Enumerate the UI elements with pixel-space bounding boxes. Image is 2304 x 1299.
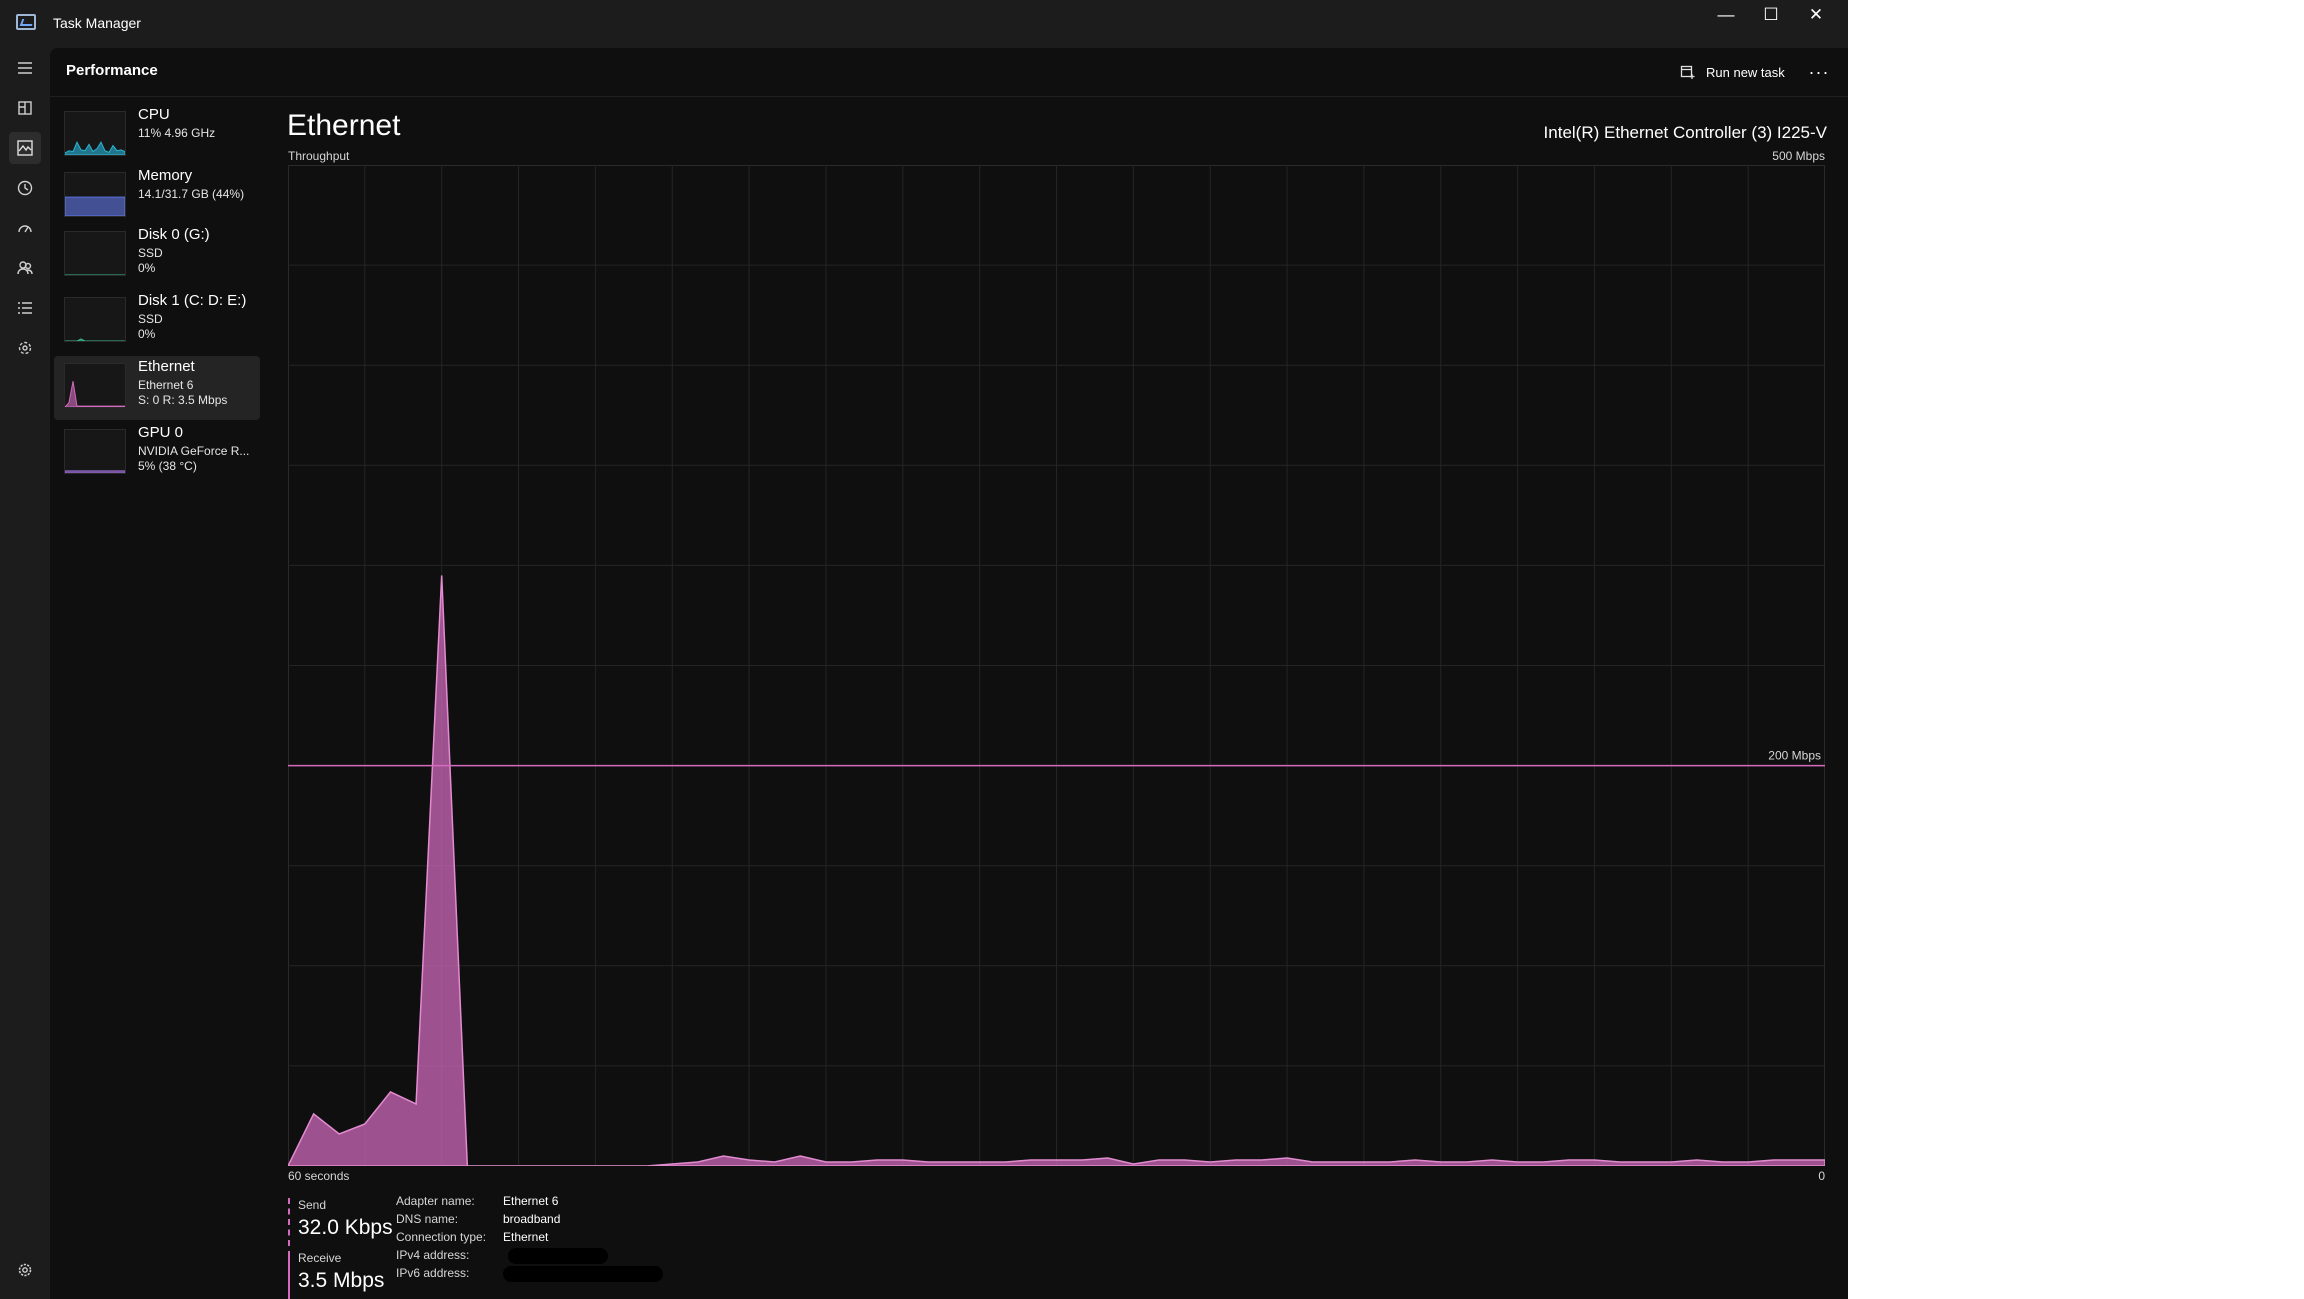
device-name: Intel(R) Ethernet Controller (3) I225-V bbox=[1543, 123, 1827, 142]
run-new-task-label: Run new task bbox=[1706, 64, 1785, 80]
thumbnail-graph bbox=[65, 381, 125, 407]
nav-processes[interactable] bbox=[9, 92, 41, 124]
run-new-task-icon bbox=[1680, 65, 1695, 79]
resource-thumbnail bbox=[64, 297, 126, 342]
resource-detail-1: Ethernet 6 bbox=[138, 378, 194, 392]
hamburger-menu-icon bbox=[18, 62, 32, 74]
ipv6-address-key: IPv6 address: bbox=[396, 1266, 470, 1280]
resource-item-0[interactable]: CPU 11% 4.96 GHz bbox=[54, 104, 260, 168]
services-icon bbox=[18, 341, 32, 355]
thumbnail-graph bbox=[65, 470, 125, 473]
users-icon bbox=[17, 261, 33, 275]
resource-item-4[interactable]: Ethernet Ethernet 6 S: 0 R: 3.5 Mbps bbox=[54, 356, 260, 420]
chart-max-label: 500 Mbps bbox=[1772, 149, 1825, 163]
nav-settings[interactable] bbox=[9, 1254, 41, 1286]
resource-detail-2: 5% (38 °C) bbox=[138, 459, 197, 473]
resource-thumbnail bbox=[64, 363, 126, 408]
adapter-name-key: Adapter name: bbox=[396, 1194, 475, 1208]
thumbnail-graph bbox=[65, 140, 125, 155]
nav-details[interactable] bbox=[9, 292, 41, 324]
ipv4-redaction bbox=[508, 1248, 608, 1264]
resource-thumbnail bbox=[64, 231, 126, 276]
task-manager-app-icon bbox=[16, 14, 36, 30]
send-stat: Send 32.0 Kbps bbox=[288, 1198, 408, 1246]
reference-line-label: 200 Mbps bbox=[1768, 749, 1821, 763]
close-button[interactable]: ✕ bbox=[1793, 0, 1839, 30]
connection-type-key: Connection type: bbox=[396, 1230, 487, 1244]
nav-users[interactable] bbox=[9, 252, 41, 284]
resource-detail-2: S: 0 R: 3.5 Mbps bbox=[138, 393, 228, 407]
thumbnail-graph bbox=[65, 338, 125, 341]
resource-detail-1: 14.1/31.7 GB (44%) bbox=[138, 187, 245, 201]
resource-detail-1: SSD bbox=[138, 246, 163, 260]
navigation-rail bbox=[0, 48, 50, 1299]
chart-label: Throughput bbox=[288, 149, 350, 163]
receive-stat: Receive 3.5 Mbps bbox=[288, 1251, 408, 1299]
nav-app-history[interactable] bbox=[9, 172, 41, 204]
details-icon bbox=[18, 302, 32, 314]
network-stats: Send 32.0 Kbps Receive 3.5 Mbps Adapter … bbox=[288, 1186, 988, 1299]
nav-startup-apps[interactable] bbox=[9, 212, 41, 244]
resource-title: Ethernet bbox=[287, 109, 401, 142]
performance-icon bbox=[17, 140, 33, 156]
resource-item-3[interactable]: Disk 1 (C: D: E:) SSD 0% bbox=[54, 290, 260, 354]
page-header: Performance Run new task ··· bbox=[50, 48, 1848, 97]
ipv4-address-key: IPv4 address: bbox=[396, 1248, 470, 1262]
more-options-button[interactable]: ··· bbox=[1805, 58, 1833, 86]
run-new-task-button[interactable]: Run new task bbox=[1680, 58, 1785, 86]
app-history-icon bbox=[17, 180, 33, 196]
resource-detail-1: NVIDIA GeForce R... bbox=[138, 444, 250, 458]
connection-type-value: Ethernet bbox=[503, 1230, 549, 1244]
thumbnail-graph bbox=[65, 196, 125, 216]
startup-apps-icon bbox=[18, 225, 32, 233]
dns-name-key: DNS name: bbox=[396, 1212, 459, 1226]
resource-name: GPU 0 bbox=[138, 424, 184, 441]
settings-gear-icon bbox=[18, 1263, 32, 1277]
resource-item-1[interactable]: Memory 14.1/31.7 GB (44%) bbox=[54, 165, 260, 229]
send-value: 32.0 Kbps bbox=[298, 1216, 393, 1239]
processes-icon bbox=[18, 101, 32, 115]
x-axis-right-label: 0 bbox=[1818, 1169, 1825, 1183]
send-label: Send bbox=[298, 1198, 327, 1212]
resource-name: CPU bbox=[138, 106, 170, 123]
title-bar[interactable]: Task Manager — ☐ ✕ bbox=[0, 0, 1848, 48]
resource-detail-1: SSD bbox=[138, 312, 163, 326]
page-title: Performance bbox=[66, 62, 158, 79]
resource-detail-2: 0% bbox=[138, 327, 156, 341]
throughput-chart: 200 Mbps bbox=[288, 165, 1825, 1166]
adapter-name-value: Ethernet 6 bbox=[503, 1194, 559, 1208]
resource-thumbnail bbox=[64, 111, 126, 156]
receive-value: 3.5 Mbps bbox=[298, 1269, 385, 1292]
resource-thumbnail bbox=[64, 429, 126, 474]
resource-detail-2: 0% bbox=[138, 261, 156, 275]
resource-name: Disk 0 (G:) bbox=[138, 226, 210, 243]
resource-name: Ethernet bbox=[138, 358, 195, 375]
receive-label: Receive bbox=[298, 1251, 342, 1265]
dns-name-value: broadband bbox=[503, 1212, 561, 1226]
task-manager-window: Task Manager — ☐ ✕ Performance Run new t… bbox=[0, 0, 1848, 1299]
resource-thumbnail bbox=[64, 172, 126, 217]
minimize-button[interactable]: — bbox=[1703, 0, 1749, 30]
ipv6-redaction bbox=[503, 1266, 663, 1282]
window-title: Task Manager bbox=[53, 15, 141, 31]
nav-performance[interactable] bbox=[9, 132, 41, 164]
x-axis-left-label: 60 seconds bbox=[288, 1169, 350, 1183]
resource-item-2[interactable]: Disk 0 (G:) SSD 0% bbox=[54, 224, 260, 288]
resource-item-5[interactable]: GPU 0 NVIDIA GeForce R... 5% (38 °C) bbox=[54, 422, 260, 486]
resource-name: Memory bbox=[138, 167, 193, 184]
resource-detail-1: 11% 4.96 GHz bbox=[138, 126, 216, 140]
nav-services[interactable] bbox=[9, 332, 41, 364]
maximize-button[interactable]: ☐ bbox=[1748, 0, 1794, 30]
content-area: Performance Run new task ··· CPU 11% 4.96… bbox=[50, 48, 1848, 1299]
resource-name: Disk 1 (C: D: E:) bbox=[138, 292, 247, 309]
hamburger-menu-button[interactable] bbox=[9, 52, 41, 84]
